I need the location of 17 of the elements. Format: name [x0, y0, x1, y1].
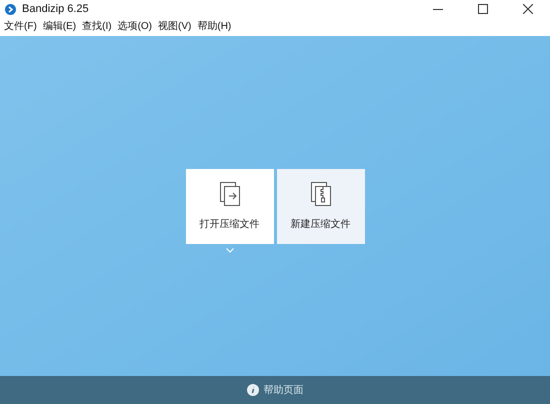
help-link[interactable]: 帮助页面	[246, 382, 304, 398]
action-tile[interactable]: 打开压缩文件	[186, 169, 274, 244]
maximize-icon	[478, 4, 488, 14]
window-title: Bandizip 6.25	[22, 2, 89, 17]
info-icon	[246, 384, 258, 396]
menu-item[interactable]: 帮助(H)	[196, 22, 232, 32]
zip-file-icon	[310, 181, 332, 207]
minimize-icon	[432, 8, 442, 10]
action-tile[interactable]: 新建压缩文件	[276, 169, 364, 244]
file-arrow-icon	[218, 181, 240, 207]
menu-item[interactable]: 查找(I)	[81, 22, 113, 32]
menu-item[interactable]: 选项(O)	[116, 22, 154, 32]
menu-item[interactable]: 文件(F)	[3, 22, 38, 32]
menu-item[interactable]: 编辑(E)	[42, 22, 78, 32]
app-logo-icon	[5, 4, 16, 14]
close-icon	[522, 4, 532, 14]
menu-item[interactable]: 视图(V)	[157, 22, 192, 32]
